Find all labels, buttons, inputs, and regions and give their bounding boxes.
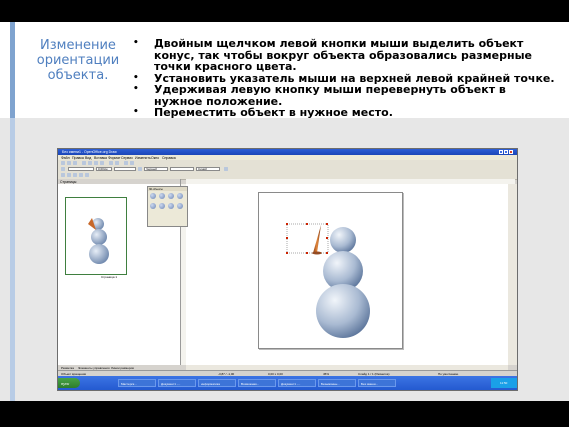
bullet-list: Двойным щелчком левой кнопки мыши выдели…	[133, 38, 558, 119]
pyramid-button[interactable]	[150, 203, 156, 209]
fill-icon[interactable]	[138, 167, 142, 171]
line-style-combo[interactable]	[68, 167, 94, 171]
bullet-item: Переместить объект в нужное место.	[133, 107, 558, 119]
clock: 11:50	[500, 381, 508, 385]
slide: Изменение ориентации объекта. Двойным ще…	[0, 0, 569, 427]
undo-icon[interactable]	[109, 161, 113, 165]
tab-layout[interactable]: Разметка	[61, 366, 74, 370]
help-icon[interactable]	[130, 161, 134, 165]
selection-frame	[286, 223, 329, 254]
page-thumbnail[interactable]	[65, 197, 127, 275]
text-icon[interactable]	[85, 173, 89, 177]
cube-button[interactable]	[150, 193, 156, 199]
save-icon[interactable]	[73, 161, 77, 165]
taskbar-item[interactable]: Документ1 -...	[158, 379, 196, 387]
sphere-button[interactable]	[159, 193, 165, 199]
select-icon[interactable]	[61, 173, 65, 177]
cylinder-button[interactable]	[168, 193, 174, 199]
drawing-page[interactable]	[258, 192, 403, 349]
app-screenshot: Без имени1 - OpenOffice.org Draw Файл Пр…	[57, 148, 518, 391]
line-icon[interactable]	[67, 173, 71, 177]
taskbar-item[interactable]: Мастерск...	[118, 379, 156, 387]
paste-icon[interactable]	[100, 161, 104, 165]
system-tray: 11:50	[491, 378, 517, 388]
tab-dimension-lines[interactable]: Линии размеров	[111, 366, 134, 370]
bullet-item: Двойным щелчком левой кнопки мыши выдели…	[133, 38, 558, 73]
shell-button[interactable]	[168, 203, 174, 209]
taskbar-item[interactable]: Безымянны...	[318, 379, 356, 387]
taskbar-item[interactable]: Документ1 -...	[278, 379, 316, 387]
cone-object[interactable]	[313, 225, 321, 253]
thumbnail-label: Страница 1	[101, 275, 118, 279]
menu-insert[interactable]: Вставка	[94, 156, 107, 160]
menu-modify[interactable]: Изменить	[135, 156, 151, 160]
slide-title: Изменение ориентации объекта.	[36, 38, 120, 83]
line-color-combo[interactable]	[114, 167, 136, 171]
menu-help[interactable]: Справка	[162, 156, 176, 160]
cone-button[interactable]	[177, 193, 183, 199]
snowball-top[interactable]	[330, 227, 356, 253]
maximize-button[interactable]	[504, 150, 508, 154]
torus-button[interactable]	[159, 203, 165, 209]
menu-format[interactable]: Формат	[108, 156, 120, 160]
close-button[interactable]	[509, 150, 513, 154]
open-icon[interactable]	[67, 161, 71, 165]
taskbar-item[interactable]: Без имени...	[358, 379, 396, 387]
ellipse-icon[interactable]	[79, 173, 83, 177]
print-icon[interactable]	[82, 161, 86, 165]
menu-view[interactable]: Вид	[85, 156, 91, 160]
taskbar-item[interactable]: Возможная...	[238, 379, 276, 387]
cut-icon[interactable]	[88, 161, 92, 165]
new-icon[interactable]	[61, 161, 65, 165]
taskbar-item[interactable]: информатика	[198, 379, 236, 387]
pages-panel-title: Страницы	[60, 179, 77, 184]
half-sphere-button[interactable]	[177, 203, 183, 209]
selection-handles[interactable]	[286, 223, 328, 254]
fill-style-combo[interactable]: Черный	[144, 167, 168, 171]
minimize-button[interactable]	[499, 150, 503, 154]
3d-objects-panel: 3D-объекты	[147, 186, 188, 227]
shadow-icon[interactable]	[224, 167, 228, 171]
redo-icon[interactable]	[115, 161, 119, 165]
fill-color-combo[interactable]: Синий	[196, 167, 220, 171]
tab-controls[interactable]: Элементы управления	[78, 366, 110, 370]
start-button[interactable]: пуск	[58, 378, 80, 388]
pages-panel-header: Страницы	[58, 179, 180, 184]
rectangle-icon[interactable]	[73, 173, 77, 177]
menu-file[interactable]: Файл	[61, 156, 70, 160]
menu-window[interactable]: Окно	[151, 156, 159, 160]
menu-tools[interactable]: Сервис	[121, 156, 133, 160]
fill-type-combo[interactable]	[170, 167, 194, 171]
accent-stripe	[10, 22, 15, 118]
copy-icon[interactable]	[94, 161, 98, 165]
slide-bottom-bar	[0, 401, 569, 427]
vertical-scrollbar[interactable]	[508, 184, 517, 365]
snowman-drawing	[286, 223, 370, 338]
zoom-icon[interactable]	[124, 161, 128, 165]
bullet-item: Удерживая левую кнопку мыши перевернуть …	[133, 84, 558, 107]
menu-edit[interactable]: Правка	[72, 156, 84, 160]
line-width-combo[interactable]: 0,00см	[96, 167, 112, 171]
line-style-icon[interactable]	[61, 167, 65, 171]
thumbnail-snowman	[88, 218, 109, 264]
snowball-bottom[interactable]	[316, 284, 370, 338]
accent-stripe-lower	[10, 118, 15, 401]
3d-panel-title: 3D-объекты	[148, 187, 187, 191]
windows-taskbar: пуск Мастерск... Документ1 -... информат…	[58, 376, 517, 390]
drawing-workspace: 3D-объекты	[147, 184, 508, 365]
window-title: Без имени1 - OpenOffice.org Draw	[62, 150, 117, 154]
